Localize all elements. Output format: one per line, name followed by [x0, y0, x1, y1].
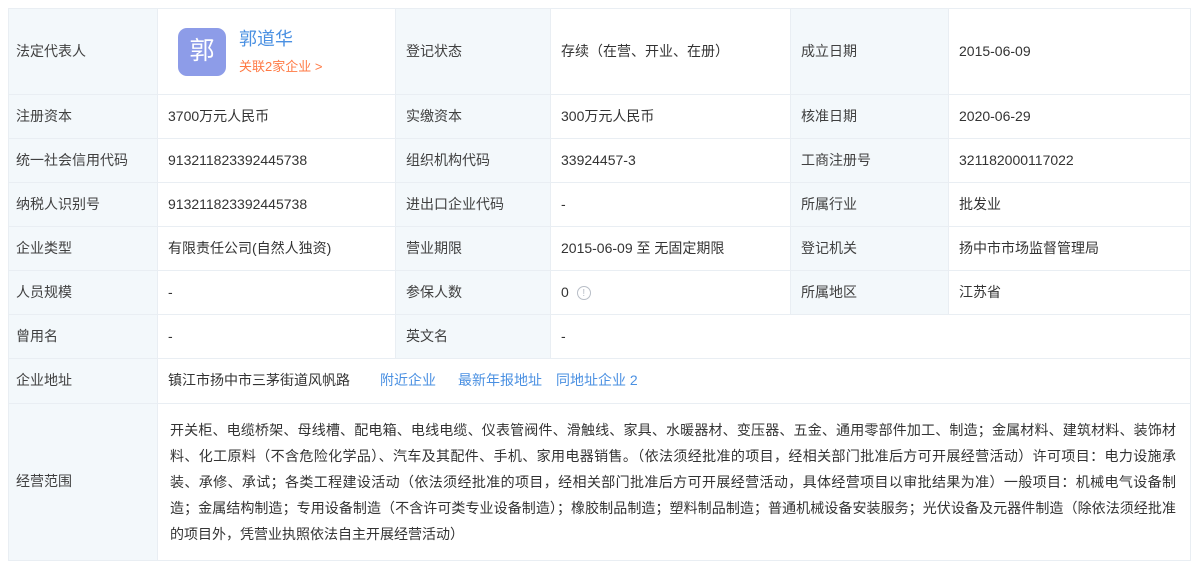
credit-code-label: 统一社会信用代码	[9, 139, 158, 183]
import-export-code-value: -	[551, 183, 791, 227]
business-scope-cell: 开关柜、电缆桥架、母线槽、配电箱、电线电缆、仪表管阀件、滑触线、家具、水暖器材、…	[158, 404, 1190, 560]
insured-count-label: 参保人数	[396, 271, 551, 315]
registration-status-value: 存续（在营、开业、在册）	[551, 9, 791, 95]
paid-capital-label: 实缴资本	[396, 95, 551, 139]
registration-number-label: 工商注册号	[791, 139, 949, 183]
approval-date-value: 2020-06-29	[949, 95, 1190, 139]
english-name-value: -	[551, 315, 1190, 359]
former-name-label: 曾用名	[9, 315, 158, 359]
avatar[interactable]: 郭	[178, 28, 226, 76]
credit-code-value: 913211823392445738	[158, 139, 396, 183]
region-label: 所属地区	[791, 271, 949, 315]
business-scope-label: 经营范围	[9, 404, 158, 560]
company-address-label: 企业地址	[9, 359, 158, 404]
org-code-value: 33924457-3	[551, 139, 791, 183]
same-address-companies-link[interactable]: 同地址企业 2	[556, 371, 638, 391]
latest-annual-report-address-link[interactable]: 最新年报地址	[458, 371, 542, 391]
registered-capital-value: 3700万元人民币	[158, 95, 396, 139]
company-type-value: 有限责任公司(自然人独资)	[158, 227, 396, 271]
establish-date-value: 2015-06-09	[949, 9, 1190, 95]
nearby-companies-link[interactable]: 附近企业	[380, 371, 436, 391]
registered-capital-label: 注册资本	[9, 95, 158, 139]
business-term-label: 营业期限	[396, 227, 551, 271]
staff-size-value: -	[158, 271, 396, 315]
business-scope-value: 开关柜、电缆桥架、母线槽、配电箱、电线电缆、仪表管阀件、滑触线、家具、水暖器材、…	[170, 417, 1176, 547]
registration-authority-label: 登记机关	[791, 227, 949, 271]
region-value: 江苏省	[949, 271, 1190, 315]
legal-representative-name-link[interactable]: 郭道华	[239, 27, 322, 52]
legal-representative-info: 郭道华 关联2家企业 >	[239, 27, 322, 76]
company-info-table: 法定代表人 郭 郭道华 关联2家企业 > 登记状态 存续（在营、开业、在册） 成…	[8, 8, 1191, 561]
english-name-label: 英文名	[396, 315, 551, 359]
legal-representative-label: 法定代表人	[9, 9, 158, 95]
insured-count-value: 0	[561, 283, 569, 303]
insured-count-cell: 0 !	[551, 271, 791, 315]
industry-label: 所属行业	[791, 183, 949, 227]
paid-capital-value: 300万元人民币	[551, 95, 791, 139]
staff-size-label: 人员规模	[9, 271, 158, 315]
related-companies-link[interactable]: 关联2家企业 >	[239, 58, 322, 76]
registration-number-value: 321182000117022	[949, 139, 1190, 183]
registration-authority-value: 扬中市市场监督管理局	[949, 227, 1190, 271]
company-address-value: 镇江市扬中市三茅街道风帆路	[168, 371, 350, 391]
company-type-label: 企业类型	[9, 227, 158, 271]
taxpayer-id-value: 913211823392445738	[158, 183, 396, 227]
former-name-value: -	[158, 315, 396, 359]
establish-date-label: 成立日期	[791, 9, 949, 95]
business-term-value: 2015-06-09 至 无固定期限	[551, 227, 791, 271]
org-code-label: 组织机构代码	[396, 139, 551, 183]
industry-value: 批发业	[949, 183, 1190, 227]
company-address-cell: 镇江市扬中市三茅街道风帆路 附近企业 最新年报地址 同地址企业 2	[158, 359, 1190, 404]
registration-status-label: 登记状态	[396, 9, 551, 95]
approval-date-label: 核准日期	[791, 95, 949, 139]
info-icon[interactable]: !	[577, 286, 591, 300]
import-export-code-label: 进出口企业代码	[396, 183, 551, 227]
taxpayer-id-label: 纳税人识别号	[9, 183, 158, 227]
legal-representative-cell: 郭 郭道华 关联2家企业 >	[158, 9, 396, 95]
